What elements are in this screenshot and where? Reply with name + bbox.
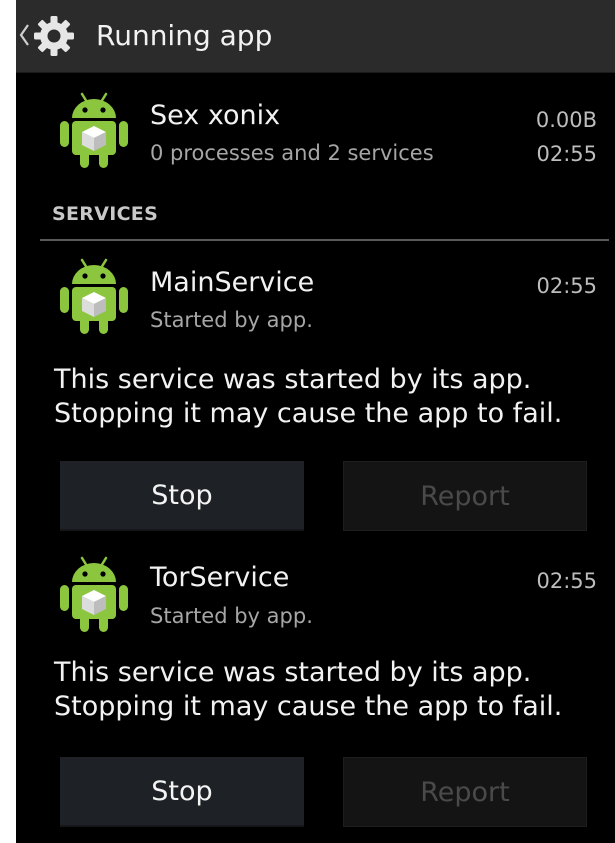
stop-button[interactable]: Stop <box>60 757 304 827</box>
android-robot-icon <box>60 258 128 334</box>
service-started-by: Started by app. <box>150 308 313 332</box>
report-button: Report <box>343 757 587 827</box>
service-description: This service was started by its app. Sto… <box>54 657 563 722</box>
service-name: TorService <box>150 562 290 593</box>
page-title: Running app <box>96 19 273 52</box>
report-button: Report <box>343 461 587 531</box>
service-time: 02:55 <box>536 569 597 593</box>
gear-icon[interactable] <box>32 14 76 58</box>
action-bar: Running app <box>16 0 615 73</box>
service-description: This service was started by its app. Sto… <box>54 364 563 429</box>
android-robot-icon <box>60 556 128 632</box>
section-divider <box>40 239 609 241</box>
app-summary: 0 processes and 2 services <box>150 141 434 165</box>
chevron-left-icon[interactable] <box>18 22 30 48</box>
service-time: 02:55 <box>536 274 597 298</box>
screen: Running app Sex xonix 0 processes and 2 … <box>16 0 615 843</box>
services-section-header: SERVICES <box>52 203 159 225</box>
service-started-by: Started by app. <box>150 604 313 628</box>
app-name: Sex xonix <box>150 100 281 131</box>
android-robot-icon <box>60 92 128 168</box>
app-size: 0.00B <box>535 108 597 132</box>
service-name: MainService <box>150 267 315 298</box>
app-time: 02:55 <box>536 142 597 166</box>
stop-button[interactable]: Stop <box>60 461 304 531</box>
